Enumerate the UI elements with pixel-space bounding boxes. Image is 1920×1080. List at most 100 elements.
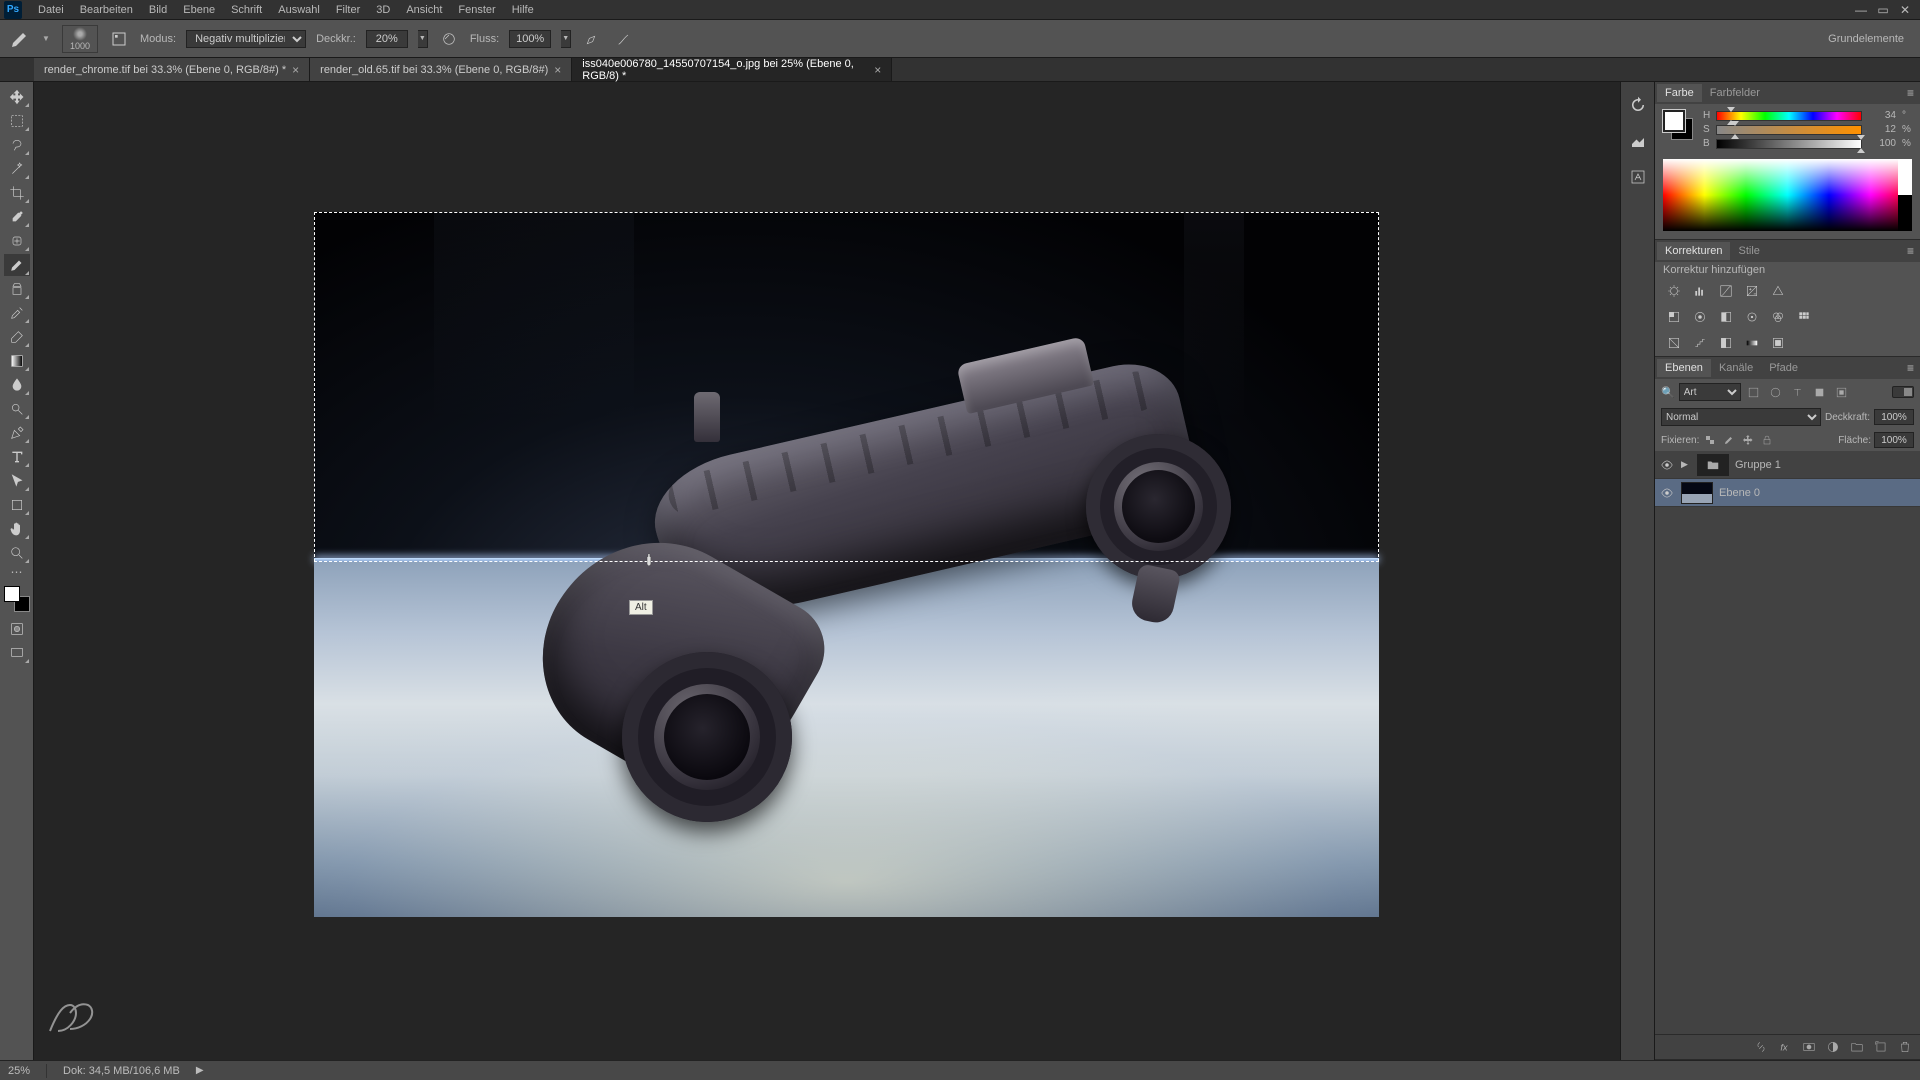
- filter-toggle[interactable]: [1892, 386, 1914, 398]
- adjustment-layer-icon[interactable]: [1824, 1039, 1842, 1055]
- eraser-tool[interactable]: [4, 326, 30, 348]
- layer-style-icon[interactable]: fx: [1776, 1039, 1794, 1055]
- panel-menu-icon[interactable]: ≡: [1903, 244, 1918, 258]
- layer-filter-kind[interactable]: Art: [1679, 383, 1741, 401]
- brush-tool[interactable]: [4, 254, 30, 276]
- foreground-color[interactable]: [1663, 110, 1685, 132]
- character-panel-icon[interactable]: [1627, 166, 1649, 188]
- layer-mask-icon[interactable]: [1800, 1039, 1818, 1055]
- status-info-dropdown[interactable]: ▶: [196, 1065, 204, 1076]
- layer-name[interactable]: Gruppe 1: [1735, 459, 1781, 471]
- tab-paths[interactable]: Pfade: [1761, 359, 1806, 377]
- marquee-tool[interactable]: [4, 110, 30, 132]
- tab-styles[interactable]: Stile: [1730, 242, 1767, 260]
- doc-tab-0[interactable]: render_chrome.tif bei 33.3% (Ebene 0, RG…: [34, 58, 310, 81]
- hue-slider[interactable]: [1716, 111, 1862, 121]
- blend-mode-select[interactable]: Negativ multiplizieren: [186, 30, 306, 48]
- tab-swatches[interactable]: Farbfelder: [1702, 84, 1768, 102]
- maximize-button[interactable]: ▭: [1876, 3, 1890, 17]
- menu-3d[interactable]: 3D: [368, 2, 398, 18]
- brightness-slider[interactable]: [1716, 139, 1862, 149]
- menu-help[interactable]: Hilfe: [504, 2, 542, 18]
- tab-color[interactable]: Farbe: [1657, 84, 1702, 102]
- hsl-icon[interactable]: [1663, 308, 1685, 326]
- layer-row-group[interactable]: ▶ Gruppe 1: [1655, 451, 1920, 479]
- document-canvas[interactable]: Alt: [314, 212, 1379, 917]
- panel-menu-icon[interactable]: ≡: [1903, 361, 1918, 375]
- opacity-input[interactable]: [366, 30, 408, 48]
- gradient-tool[interactable]: [4, 350, 30, 372]
- blend-mode-select[interactable]: Normal: [1661, 408, 1821, 426]
- tab-channels[interactable]: Kanäle: [1711, 359, 1761, 377]
- brightness-contrast-icon[interactable]: [1663, 282, 1685, 300]
- layer-opacity-input[interactable]: [1874, 409, 1914, 425]
- brush-panel-toggle[interactable]: [108, 28, 130, 50]
- bri-value[interactable]: 100: [1868, 138, 1896, 149]
- bw-icon[interactable]: [1715, 308, 1737, 326]
- lock-all-icon[interactable]: [1759, 432, 1775, 448]
- tab-layers[interactable]: Ebenen: [1657, 359, 1711, 377]
- chevron-right-icon[interactable]: ▶: [1681, 459, 1691, 470]
- invert-icon[interactable]: [1663, 334, 1685, 352]
- filter-shape-icon[interactable]: [1811, 383, 1829, 401]
- hand-tool[interactable]: [4, 518, 30, 540]
- levels-icon[interactable]: [1689, 282, 1711, 300]
- menu-type[interactable]: Schrift: [223, 2, 270, 18]
- color-swatches[interactable]: [4, 586, 30, 612]
- menu-image[interactable]: Bild: [141, 2, 175, 18]
- color-lookup-icon[interactable]: [1793, 308, 1815, 326]
- curves-icon[interactable]: [1715, 282, 1737, 300]
- menu-edit[interactable]: Bearbeiten: [72, 2, 141, 18]
- filter-pixel-icon[interactable]: [1745, 383, 1763, 401]
- edit-toolbar[interactable]: ⋯: [4, 566, 30, 578]
- menu-file[interactable]: Datei: [30, 2, 72, 18]
- properties-panel-icon[interactable]: [1627, 130, 1649, 152]
- history-brush-tool[interactable]: [4, 302, 30, 324]
- blur-tool[interactable]: [4, 374, 30, 396]
- crop-tool[interactable]: [4, 182, 30, 204]
- zoom-tool[interactable]: [4, 542, 30, 564]
- lock-pixels-icon[interactable]: [1721, 432, 1737, 448]
- color-spectrum[interactable]: [1663, 159, 1912, 231]
- magic-wand-tool[interactable]: [4, 158, 30, 180]
- history-panel-icon[interactable]: [1627, 94, 1649, 116]
- eyedropper-tool[interactable]: [4, 206, 30, 228]
- layer-row-image[interactable]: Ebene 0: [1655, 479, 1920, 507]
- selective-color-icon[interactable]: [1767, 334, 1789, 352]
- filter-smart-icon[interactable]: [1833, 383, 1851, 401]
- delete-layer-icon[interactable]: [1896, 1039, 1914, 1055]
- tool-preset-dropdown[interactable]: ▼: [42, 34, 52, 43]
- lock-position-icon[interactable]: [1740, 432, 1756, 448]
- color-balance-icon[interactable]: [1689, 308, 1711, 326]
- pressure-size-toggle[interactable]: [613, 28, 635, 50]
- airbrush-toggle[interactable]: [581, 28, 603, 50]
- posterize-icon[interactable]: [1689, 334, 1711, 352]
- lock-transparency-icon[interactable]: [1702, 432, 1718, 448]
- new-layer-icon[interactable]: [1872, 1039, 1890, 1055]
- filter-adjust-icon[interactable]: [1767, 383, 1785, 401]
- exposure-icon[interactable]: [1741, 282, 1763, 300]
- pressure-opacity-toggle[interactable]: [438, 28, 460, 50]
- layer-fill-input[interactable]: [1874, 432, 1914, 448]
- dodge-tool[interactable]: [4, 398, 30, 420]
- tab-adjustments[interactable]: Korrekturen: [1657, 242, 1730, 260]
- visibility-toggle[interactable]: [1659, 457, 1675, 473]
- quick-mask-toggle[interactable]: [4, 618, 30, 640]
- layer-name[interactable]: Ebene 0: [1719, 487, 1760, 499]
- sat-value[interactable]: 12: [1868, 124, 1896, 135]
- menu-select[interactable]: Auswahl: [270, 2, 328, 18]
- gradient-map-icon[interactable]: [1741, 334, 1763, 352]
- threshold-icon[interactable]: [1715, 334, 1737, 352]
- shape-tool[interactable]: [4, 494, 30, 516]
- menu-filter[interactable]: Filter: [328, 2, 368, 18]
- move-tool[interactable]: [4, 86, 30, 108]
- healing-tool[interactable]: [4, 230, 30, 252]
- doc-tab-1[interactable]: render_old.65.tif bei 33.3% (Ebene 0, RG…: [310, 58, 572, 81]
- doc-tab-2[interactable]: iss040e006780_14550707154_o.jpg bei 25% …: [572, 58, 892, 81]
- menu-view[interactable]: Ansicht: [398, 2, 450, 18]
- photo-filter-icon[interactable]: [1741, 308, 1763, 326]
- screen-mode[interactable]: [4, 642, 30, 664]
- clone-stamp-tool[interactable]: [4, 278, 30, 300]
- panel-color-swatches[interactable]: [1663, 110, 1693, 140]
- flow-input[interactable]: [509, 30, 551, 48]
